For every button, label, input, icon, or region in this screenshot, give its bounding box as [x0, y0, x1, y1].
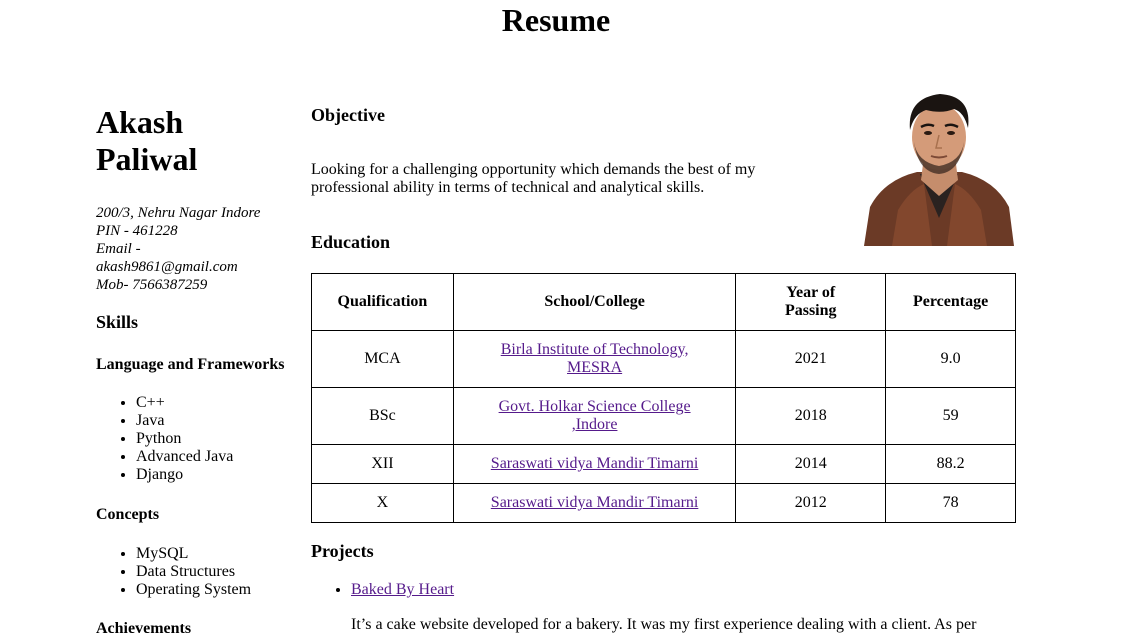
- contact-info: 200/3, Nehru Nagar Indore PIN - 461228 E…: [96, 204, 296, 294]
- list-item: Python: [136, 430, 233, 448]
- concepts-heading: Concepts: [96, 506, 160, 523]
- school-link[interactable]: Saraswati vidya Mandir Timarni: [491, 455, 699, 472]
- profile-photo-icon: [862, 92, 1017, 246]
- projects-heading: Projects: [311, 541, 374, 561]
- school-cell: Govt. Holkar Science College ,Indore: [452, 387, 737, 445]
- languages-list: C++ Java Python Advanced Java Django: [96, 394, 233, 484]
- concepts-list: MySQL Data Structures Operating System: [96, 545, 251, 599]
- table-header-row: Qualification School/College Year of Pas…: [311, 273, 1016, 331]
- candidate-name: Akash Paliwal: [96, 104, 296, 178]
- email-label: Email -: [96, 241, 141, 257]
- page-title: Resume: [501, 2, 611, 38]
- percentage-cell: 88.2: [885, 444, 1016, 484]
- projects-list: Baked By Heart: [311, 581, 454, 599]
- qualification-cell: X: [311, 483, 454, 523]
- list-item: Advanced Java: [136, 448, 233, 466]
- pin-line: PIN - 461228: [96, 223, 178, 239]
- qualification-cell: XII: [311, 444, 454, 484]
- project-description: It’s a cake website developed for a bake…: [351, 616, 977, 633]
- address-line: 200/3, Nehru Nagar Indore: [96, 205, 261, 221]
- school-cell: Birla Institute of Technology, MESRA: [452, 330, 737, 388]
- mobile-line: Mob- 7566387259: [96, 277, 208, 293]
- objective-text: Looking for a challenging opportunity wh…: [311, 161, 756, 196]
- left-column: Akash Paliwal 200/3, Nehru Nagar Indore …: [96, 104, 296, 637]
- education-table: Qualification School/College Year of Pas…: [311, 273, 1016, 523]
- year-cell: 2014: [735, 444, 887, 484]
- table-row: BSc Govt. Holkar Science College ,Indore…: [311, 387, 1016, 445]
- year-cell: 2021: [735, 330, 887, 388]
- qualification-cell: MCA: [311, 330, 454, 388]
- column-header-percentage: Percentage: [885, 273, 1016, 331]
- skills-heading: Skills: [96, 312, 139, 332]
- percentage-cell: 59: [885, 387, 1016, 445]
- table-row: MCA Birla Institute of Technology, MESRA…: [311, 330, 1016, 388]
- column-header-school: School/College: [452, 273, 737, 331]
- year-cell: 2012: [735, 483, 887, 523]
- education-heading: Education: [311, 232, 391, 252]
- email-value: akash9861@gmail.com: [96, 259, 238, 275]
- column-header-qualification: Qualification: [311, 273, 454, 331]
- objective-heading: Objective: [311, 105, 385, 125]
- school-link[interactable]: Birla Institute of Technology, MESRA: [501, 341, 689, 376]
- year-cell: 2018: [735, 387, 887, 445]
- project-link[interactable]: Baked By Heart: [351, 581, 454, 598]
- column-header-year: Year of Passing: [735, 273, 887, 331]
- school-link[interactable]: Govt. Holkar Science College ,Indore: [499, 398, 691, 433]
- list-item: Baked By Heart: [351, 581, 454, 599]
- school-cell: Saraswati vidya Mandir Timarni: [452, 483, 737, 523]
- school-cell: Saraswati vidya Mandir Timarni: [452, 444, 737, 484]
- list-item: Operating System: [136, 581, 251, 599]
- profile-photo: [862, 92, 1017, 246]
- list-item: C++: [136, 394, 233, 412]
- school-link[interactable]: Saraswati vidya Mandir Timarni: [491, 494, 699, 511]
- percentage-cell: 78: [885, 483, 1016, 523]
- list-item: Django: [136, 466, 233, 484]
- table-row: XII Saraswati vidya Mandir Timarni 2014 …: [311, 444, 1016, 484]
- list-item: Data Structures: [136, 563, 251, 581]
- achievements-heading: Achievements: [96, 620, 192, 637]
- table-row: X Saraswati vidya Mandir Timarni 2012 78: [311, 483, 1016, 523]
- languages-heading: Language and Frameworks: [96, 356, 285, 373]
- percentage-cell: 9.0: [885, 330, 1016, 388]
- qualification-cell: BSc: [311, 387, 454, 445]
- list-item: MySQL: [136, 545, 251, 563]
- name-last: Paliwal: [96, 141, 198, 177]
- list-item: Java: [136, 412, 233, 430]
- name-first: Akash: [96, 104, 184, 140]
